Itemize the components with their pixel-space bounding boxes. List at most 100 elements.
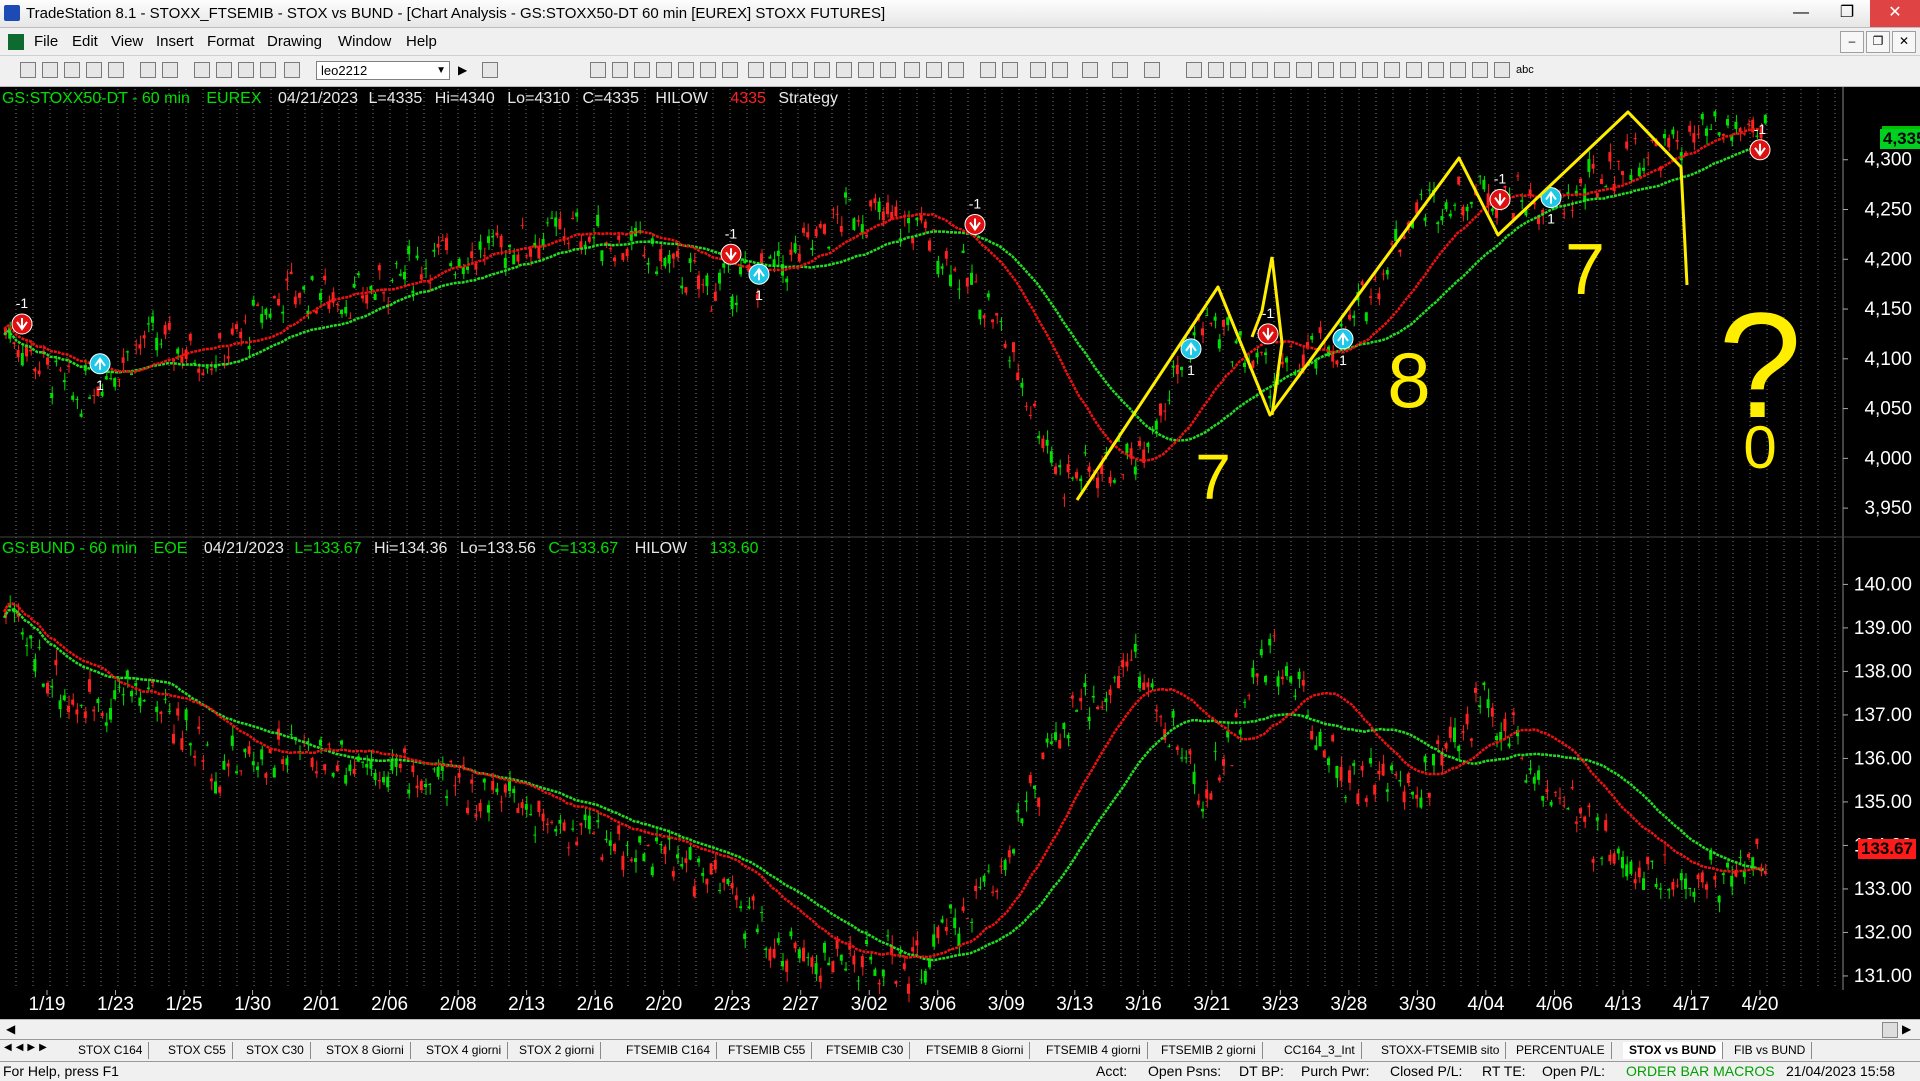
- tab-stox-2-giorni[interactable]: STOX 2 giorni: [513, 1042, 602, 1059]
- easylanguage-icon[interactable]: [880, 62, 896, 78]
- chart-analysis-icon[interactable]: [590, 62, 606, 78]
- compress-icon[interactable]: [926, 62, 942, 78]
- arc-icon[interactable]: [1362, 62, 1378, 78]
- tab-stox-c55[interactable]: STOX C55: [162, 1042, 233, 1059]
- strategy-icon[interactable]: [1112, 62, 1128, 78]
- tab-stox-c30[interactable]: STOX C30: [240, 1042, 311, 1059]
- open-icon[interactable]: [42, 62, 58, 78]
- arrow-down-icon[interactable]: [1428, 62, 1444, 78]
- matrix-icon[interactable]: [634, 62, 650, 78]
- gann-fan-icon[interactable]: [1296, 62, 1312, 78]
- pane2-candle-body: [33, 659, 37, 672]
- new-workspace-icon[interactable]: [86, 62, 102, 78]
- tab-fib-vs-bund[interactable]: FIB vs BUND: [1728, 1042, 1813, 1059]
- pointer-icon[interactable]: [1030, 62, 1046, 78]
- search-symbol-icon[interactable]: [482, 62, 498, 78]
- fibonacci-icon[interactable]: [1274, 62, 1290, 78]
- menu-view[interactable]: View: [111, 33, 143, 50]
- arrow-up-icon[interactable]: [1450, 62, 1466, 78]
- pane2-candle-body: [558, 819, 562, 824]
- tradestation-icon[interactable]: [858, 62, 874, 78]
- rectangle-icon[interactable]: [1472, 62, 1488, 78]
- tab-ftsemib-c55[interactable]: FTSEMIB C55: [722, 1042, 813, 1059]
- save-icon[interactable]: [64, 62, 80, 78]
- menu-help[interactable]: Help: [406, 33, 437, 50]
- status-open-psns: Open Psns:: [1148, 1063, 1222, 1079]
- andrews-pitchfork-icon[interactable]: [1340, 62, 1356, 78]
- horizontal-scrollbar[interactable]: ◀ ▶: [0, 1019, 1920, 1039]
- pane2-y-tick: 139.00: [1854, 618, 1912, 639]
- text-tool-icon[interactable]: abc: [1516, 64, 1534, 76]
- tab-ftsemib-4-giorni[interactable]: FTSEMIB 4 giorni: [1040, 1042, 1148, 1059]
- mdi-close-button[interactable]: ✕: [1892, 31, 1916, 53]
- window-list-icon[interactable]: [260, 62, 276, 78]
- tile-icon[interactable]: [216, 62, 232, 78]
- tab-stox-8-giorni[interactable]: STOX 8 Giorni: [320, 1042, 411, 1059]
- alerts-icon[interactable]: [814, 62, 830, 78]
- radar-screen-icon[interactable]: [612, 62, 628, 78]
- optionstation-icon[interactable]: [700, 62, 716, 78]
- tab-stoxx-ftsemib-sito[interactable]: STOXX-FTSEMIB sito: [1375, 1042, 1507, 1059]
- tab-nav-arrows[interactable]: ◀◀▶▶: [4, 1042, 51, 1053]
- menu-format[interactable]: Format: [207, 33, 255, 50]
- format-icon[interactable]: [1082, 62, 1098, 78]
- tab-ftsemib-c30[interactable]: FTSEMIB C30: [820, 1042, 911, 1059]
- freehand-icon[interactable]: [1406, 62, 1422, 78]
- order-bar-icon[interactable]: [748, 62, 764, 78]
- zoom-in-icon[interactable]: [980, 62, 996, 78]
- tab-ftsemib-8-giorni[interactable]: FTSEMIB 8 Giorni: [920, 1042, 1031, 1059]
- regression-channel-icon[interactable]: [1252, 62, 1268, 78]
- menu-file[interactable]: File: [34, 33, 58, 50]
- minimize-button[interactable]: —: [1778, 0, 1824, 27]
- play-icon[interactable]: ▶: [458, 63, 467, 77]
- pane2-candle-body: [1436, 740, 1440, 745]
- tab-ftsemib-2-giorni[interactable]: FTSEMIB 2 giorni: [1155, 1042, 1263, 1059]
- scroll-thumb[interactable]: [1882, 1022, 1898, 1038]
- scroll-left-icon[interactable]: ◀: [6, 1022, 15, 1036]
- news-icon[interactable]: [656, 62, 672, 78]
- menu-edit[interactable]: Edit: [72, 33, 98, 50]
- new-icon[interactable]: [20, 62, 36, 78]
- status-order-bar-macros[interactable]: ORDER BAR MACROS: [1626, 1063, 1775, 1079]
- time-sales-icon[interactable]: [770, 62, 786, 78]
- print-preview-icon[interactable]: [140, 62, 156, 78]
- maximize-button[interactable]: ❐: [1824, 0, 1870, 27]
- tab-percentuale[interactable]: PERCENTUALE: [1510, 1042, 1612, 1059]
- scanner-icon[interactable]: [678, 62, 694, 78]
- mdi-restore-button[interactable]: ❐: [1866, 31, 1890, 53]
- cascade-icon[interactable]: [194, 62, 210, 78]
- mdi-minimize-button[interactable]: –: [1840, 31, 1864, 53]
- macros-icon[interactable]: [836, 62, 852, 78]
- tab-ftsemib-c164[interactable]: FTSEMIB C164: [620, 1042, 718, 1059]
- indicator-icon[interactable]: [1144, 62, 1160, 78]
- tab-stox-c164[interactable]: STOX C164: [72, 1042, 150, 1059]
- circle-icon[interactable]: [1494, 62, 1510, 78]
- tab-cc164-3-int[interactable]: CC164_3_Int: [1278, 1042, 1362, 1059]
- menu-insert[interactable]: Insert: [156, 33, 194, 50]
- open-workspace-icon[interactable]: [108, 62, 124, 78]
- pane1-candle-body: [613, 257, 616, 262]
- menu-window[interactable]: Window: [338, 33, 391, 50]
- ellipse-icon[interactable]: [1384, 62, 1400, 78]
- drag-icon[interactable]: [1052, 62, 1068, 78]
- zoom-out-icon[interactable]: [1002, 62, 1018, 78]
- pane2-candle-body: [970, 921, 973, 923]
- vertical-line-icon[interactable]: [1230, 62, 1246, 78]
- horizontal-line-icon[interactable]: [1208, 62, 1224, 78]
- tab-stox-4-giorni[interactable]: STOX 4 giorni: [420, 1042, 509, 1059]
- trendline-icon[interactable]: [1186, 62, 1202, 78]
- symbol-combo[interactable]: leo2212 ▼: [316, 61, 450, 80]
- hot-lists-icon[interactable]: [792, 62, 808, 78]
- print-icon[interactable]: [162, 62, 178, 78]
- link-icon[interactable]: [284, 62, 300, 78]
- scroll-right-icon[interactable]: ▶: [1902, 1022, 1911, 1036]
- arrange-icon[interactable]: [238, 62, 254, 78]
- chart-area[interactable]: 4,300 4,250 4,200 4,150 4,100 4,050 4,000 3,950…: [0, 87, 1920, 1018]
- tab-stox-vs-bund[interactable]: STOX vs BUND: [1623, 1042, 1724, 1059]
- expand-icon[interactable]: [948, 62, 964, 78]
- bar-interval-icon[interactable]: [904, 62, 920, 78]
- speed-lines-icon[interactable]: [1318, 62, 1334, 78]
- menu-drawing[interactable]: Drawing: [267, 33, 322, 50]
- portfolio-icon[interactable]: [722, 62, 738, 78]
- close-button[interactable]: ✕: [1870, 0, 1920, 27]
